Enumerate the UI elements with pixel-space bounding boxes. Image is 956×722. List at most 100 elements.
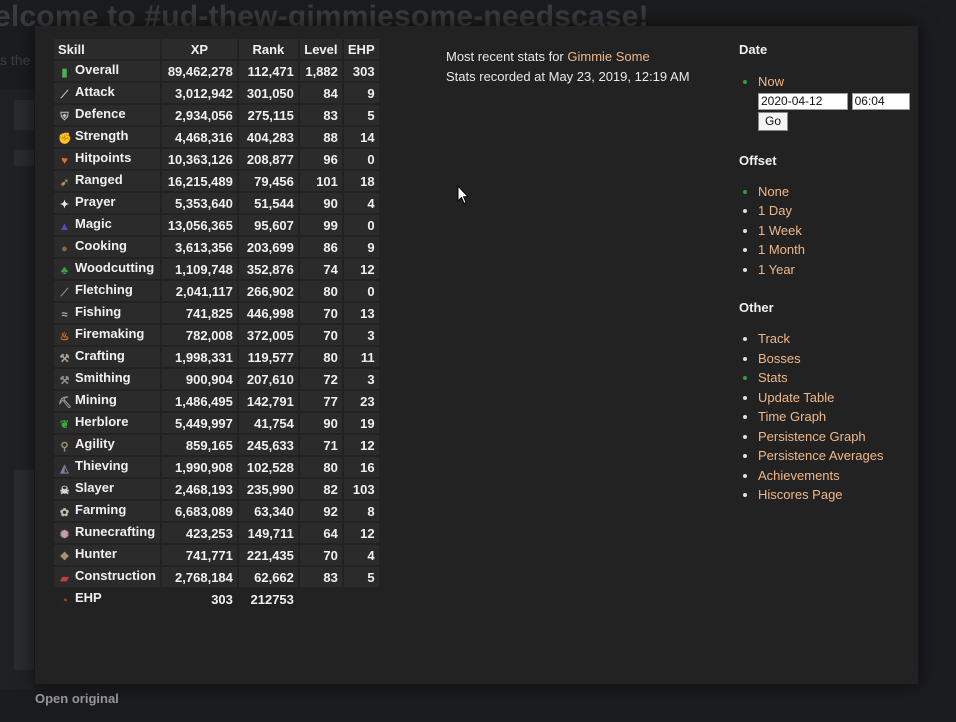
rank-cell: 79,456 xyxy=(238,171,298,191)
skill-name: Magic xyxy=(75,216,112,231)
other-link[interactable]: Update Table xyxy=(758,390,834,405)
strength-icon: ✊ xyxy=(58,133,72,145)
skill-name-cell: ✿ Farming xyxy=(54,501,160,521)
other-item-achievements[interactable]: Achievements xyxy=(739,466,919,486)
xp-cell: 1,109,748 xyxy=(161,259,237,279)
other-link[interactable]: Bosses xyxy=(758,351,801,366)
other-link[interactable]: Stats xyxy=(758,370,788,385)
offset-link[interactable]: 1 Week xyxy=(758,223,802,238)
level-cell: 90 xyxy=(299,193,342,213)
ehp-cell: 9 xyxy=(343,83,379,103)
offset-item-1-year[interactable]: 1 Year xyxy=(739,260,919,280)
skill-name-cell: ➶ Ranged xyxy=(54,171,160,191)
offset-item-1-month[interactable]: 1 Month xyxy=(739,240,919,260)
offset-link[interactable]: None xyxy=(758,184,789,199)
bullet-icon xyxy=(743,415,747,419)
right-sidebar: Date Now Go Offset None 1 Day 1 Week 1 Mont… xyxy=(739,42,919,505)
other-item-update-table[interactable]: Update Table xyxy=(739,388,919,408)
offset-link[interactable]: 1 Day xyxy=(758,203,792,218)
rank-cell: 41,754 xyxy=(238,413,298,433)
player-name-link[interactable]: Gimmie Some xyxy=(567,49,649,64)
other-link[interactable]: Track xyxy=(758,331,790,346)
rank-cell: 112,471 xyxy=(238,61,298,81)
xp-cell: 89,462,278 xyxy=(161,61,237,81)
skill-name: Crafting xyxy=(75,348,125,363)
level-cell: 88 xyxy=(299,127,342,147)
time-input[interactable] xyxy=(851,92,910,110)
table-row: ≈ Fishing 741,825 446,998 70 13 xyxy=(54,303,379,323)
offset-link[interactable]: 1 Month xyxy=(758,242,805,257)
ehp-cell: 4 xyxy=(343,193,379,213)
other-list: Track Bosses Stats Update Table Time Graph Pe… xyxy=(739,329,919,505)
table-row: ⚒ Smithing 900,904 207,610 72 3 xyxy=(54,369,379,389)
other-link[interactable]: Hiscores Page xyxy=(758,487,843,502)
level-cell: 70 xyxy=(299,545,342,565)
other-item-persistence-averages[interactable]: Persistence Averages xyxy=(739,446,919,466)
skill-name-cell: ✦ Prayer xyxy=(54,193,160,213)
other-link[interactable]: Persistence Graph xyxy=(758,429,866,444)
date-input[interactable] xyxy=(758,92,848,110)
xp-cell: 1,990,908 xyxy=(161,457,237,477)
table-row: ⚒ Crafting 1,998,331 119,577 80 11 xyxy=(54,347,379,367)
date-now-item[interactable]: Now xyxy=(739,72,919,92)
table-row: ⚲ Agility 859,165 245,633 71 12 xyxy=(54,435,379,455)
skills-table-body: ▮ Overall 89,462,278 112,471 1,882 303 ⟋ Attack… xyxy=(54,61,379,609)
rank-cell: 102,528 xyxy=(238,457,298,477)
level-cell: 71 xyxy=(299,435,342,455)
other-item-track[interactable]: Track xyxy=(739,329,919,349)
bullet-icon xyxy=(743,189,747,194)
ehp-cell: 18 xyxy=(343,171,379,191)
offset-link[interactable]: 1 Year xyxy=(758,262,795,277)
level-cell: 74 xyxy=(299,259,342,279)
table-row: ✿ Farming 6,683,089 63,340 92 8 xyxy=(54,501,379,521)
other-item-hiscores-page[interactable]: Hiscores Page xyxy=(739,485,919,505)
ehp-cell: 103 xyxy=(343,479,379,499)
smithing-icon: ⚒ xyxy=(59,375,70,387)
ehp-cell: 8 xyxy=(343,501,379,521)
open-original-link[interactable]: Open original xyxy=(35,691,119,706)
xp-cell: 5,449,997 xyxy=(161,413,237,433)
other-link[interactable]: Time Graph xyxy=(758,409,826,424)
ehp-cell: 3 xyxy=(343,369,379,389)
xp-cell: 2,934,056 xyxy=(161,105,237,125)
crafting-icon: ⚒ xyxy=(59,353,70,365)
offset-item-1-week[interactable]: 1 Week xyxy=(739,221,919,241)
other-item-time-graph[interactable]: Time Graph xyxy=(739,407,919,427)
skill-name-cell: ⛨ Defence xyxy=(54,105,160,125)
ehp-cell: 13 xyxy=(343,303,379,323)
skill-name-cell: ▮ Overall xyxy=(54,61,160,81)
bullet-icon xyxy=(743,337,747,341)
column-header-rank: Rank xyxy=(238,39,298,59)
level-cell: 72 xyxy=(299,369,342,389)
bullet-icon xyxy=(743,395,747,400)
other-item-persistence-graph[interactable]: Persistence Graph xyxy=(739,427,919,447)
other-item-bosses[interactable]: Bosses xyxy=(739,349,919,369)
ehp-cell: 12 xyxy=(343,523,379,543)
offset-item-1-day[interactable]: 1 Day xyxy=(739,201,919,221)
other-link[interactable]: Achievements xyxy=(758,468,840,483)
woodcutting-icon: ♣ xyxy=(60,265,69,277)
skill-name-cell: ▰ Construction xyxy=(54,567,160,587)
other-link[interactable]: Persistence Averages xyxy=(758,448,884,463)
column-header-skill: Skill xyxy=(54,39,160,59)
date-time-form: Go xyxy=(739,92,919,131)
bullet-icon xyxy=(743,209,747,213)
offset-item-none[interactable]: None xyxy=(739,182,919,202)
skill-name-cell: ✊ Strength xyxy=(54,127,160,147)
other-item-stats[interactable]: Stats xyxy=(739,368,919,388)
skill-name-cell: ▲ Magic xyxy=(54,215,160,235)
skills-table: Skill XP Rank Level EHP ▮ Overall 89,462,2… xyxy=(52,37,381,611)
ehp-cell: 19 xyxy=(343,413,379,433)
date-now-link[interactable]: Now xyxy=(758,74,784,89)
most-recent-stats-line: Most recent stats for Gimmie Some xyxy=(446,47,690,67)
ehp-cell: 23 xyxy=(343,391,379,411)
most-recent-prefix: Most recent stats for xyxy=(446,49,568,64)
farming-icon: ✿ xyxy=(59,507,70,519)
attack-icon: ⟋ xyxy=(60,89,69,101)
xp-cell: 741,771 xyxy=(161,545,237,565)
level-cell: 96 xyxy=(299,149,342,169)
rank-cell: 245,633 xyxy=(238,435,298,455)
table-row: ⟋ Attack 3,012,942 301,050 84 9 xyxy=(54,83,379,103)
xp-cell: 423,253 xyxy=(161,523,237,543)
go-button[interactable]: Go xyxy=(758,111,789,131)
